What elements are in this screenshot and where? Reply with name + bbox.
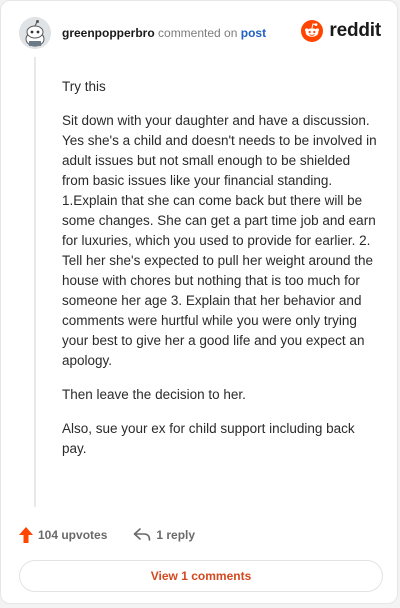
view-comments-button[interactable]: View 1 comments [19, 560, 383, 592]
reply-count: 1 reply [156, 528, 196, 542]
username-link[interactable]: greenpopperbro [62, 26, 155, 40]
snoo-avatar-icon [19, 17, 51, 49]
comment-paragraph: Sit down with your daughter and have a d… [62, 113, 377, 368]
commented-on-text: commented on [158, 26, 238, 40]
comment-paragraph: Then leave the decision to her. [62, 387, 246, 402]
user-avatar[interactable] [19, 17, 51, 49]
reddit-logo-icon [301, 20, 324, 42]
thread-line[interactable] [34, 57, 36, 507]
upvote-count: 104 upvotes [38, 528, 108, 542]
reply-arrow-icon [134, 528, 151, 541]
comment-paragraph: Try this [62, 79, 106, 94]
post-link[interactable]: post [241, 26, 266, 40]
comment-card: greenpopperbro commented on post reddit … [0, 0, 398, 604]
reddit-brand[interactable]: reddit [301, 20, 381, 42]
comment-body: Try this Sit down with your daughter and… [62, 77, 378, 473]
reddit-wordmark: reddit [329, 20, 381, 41]
comment-actions: 104 upvotes 1 reply [19, 525, 221, 545]
comment-paragraph: Also, sue your ex for child support incl… [62, 421, 355, 456]
reply-button[interactable]: 1 reply [133, 528, 195, 542]
upvote-button[interactable]: 104 upvotes [19, 527, 107, 543]
comment-header: greenpopperbro commented on post [62, 26, 266, 40]
upvote-arrow-icon [19, 527, 33, 543]
